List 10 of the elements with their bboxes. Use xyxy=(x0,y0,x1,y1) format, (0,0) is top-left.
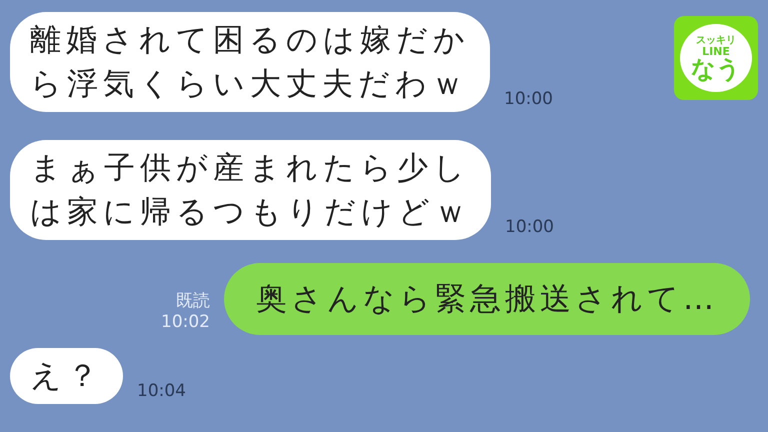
timestamp: 10:02 xyxy=(161,312,210,333)
timestamp: 10:04 xyxy=(137,381,186,402)
read-receipt: 既読 xyxy=(176,291,210,312)
timestamp: 10:00 xyxy=(504,89,553,110)
channel-logo: スッキリ LINE なう xyxy=(674,16,758,100)
message-bubble: 離婚されて困るのは嫁だか ら浮気くらい大丈夫だわｗ xyxy=(10,12,490,112)
message-bubble: 奥さんなら緊急搬送されて… xyxy=(224,263,750,335)
message-bubble: え？ xyxy=(10,348,123,404)
message-bubble: まぁ子供が産まれたら少し は家に帰るつもりだけどｗ xyxy=(10,140,491,240)
timestamp: 10:00 xyxy=(505,217,554,238)
